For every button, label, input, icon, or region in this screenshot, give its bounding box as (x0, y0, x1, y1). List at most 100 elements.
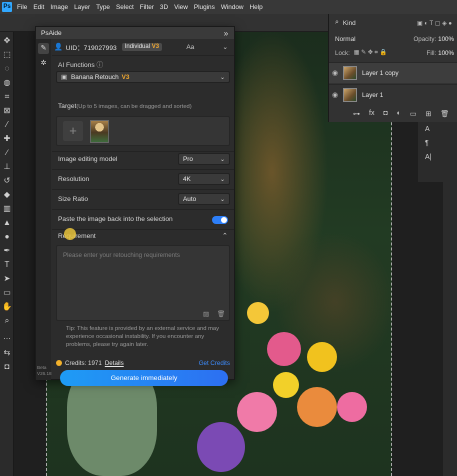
dodge-tool-icon[interactable]: ● (2, 232, 12, 242)
layer-row[interactable]: ◉ Layer 1 (329, 84, 457, 105)
visibility-eye-icon[interactable]: ◉ (329, 69, 341, 77)
settings-gear-icon[interactable]: ✲ (38, 58, 49, 69)
layer-mask-icon[interactable]: ◘ (383, 110, 387, 118)
more-tools-icon[interactable]: … (2, 332, 12, 342)
psaide-panel: PsAide » ✎ ✲ Beta V26.18 👤 UID：719027993… (35, 26, 235, 386)
layer-style-icon[interactable]: fx (369, 110, 374, 118)
add-image-button[interactable]: + (63, 121, 83, 141)
lasso-tool-icon[interactable]: ◌ (2, 64, 12, 74)
rectangle-tool-icon[interactable]: ▭ (2, 288, 12, 298)
function-version-badge: V3 (121, 73, 130, 81)
chevron-up-icon[interactable]: ⌃ (222, 232, 228, 240)
layer-row[interactable]: ◉ Layer 1 copy (329, 62, 457, 83)
layer-thumbnail (343, 66, 357, 80)
frame-tool-icon[interactable]: ⊠ (2, 106, 12, 116)
glyphs-panel-icon[interactable]: A| (425, 154, 432, 161)
adjustment-layer-icon[interactable]: ◐ (397, 110, 401, 118)
eyedropper-tool-icon[interactable]: ⁄ (2, 120, 12, 130)
requirement-textarea[interactable]: Please enter your retouching requirement… (56, 245, 230, 321)
search-icon: ⌕ (335, 19, 339, 26)
group-folder-icon[interactable]: ▭ (410, 110, 417, 118)
menu-help[interactable]: Help (250, 4, 263, 11)
eraser-tool-icon[interactable]: ◆ (2, 190, 12, 200)
menu-layer[interactable]: Layer (74, 4, 90, 11)
character-panel-icon[interactable]: A (425, 126, 430, 133)
brush-tool-icon[interactable]: ∕ (2, 148, 12, 158)
paste-back-toggle[interactable] (212, 216, 228, 224)
credits-label: Credits: 1971 (65, 359, 102, 367)
pen-tool-icon[interactable]: ✒ (2, 246, 12, 256)
menu-type[interactable]: Type (96, 4, 110, 11)
quick-mask-icon[interactable]: ◘ (2, 362, 12, 372)
zoom-tool-icon[interactable]: ⌕ (2, 316, 12, 326)
new-layer-icon[interactable]: ⊞ (426, 110, 432, 118)
menu-select[interactable]: Select (116, 4, 134, 11)
plan-badge: Individual V3 (121, 43, 163, 51)
get-credits-link[interactable]: Get Credits (199, 360, 230, 367)
healing-brush-tool-icon[interactable]: ✚ (2, 134, 12, 144)
menu-edit[interactable]: Edit (33, 4, 44, 11)
layers-panel: ⌕ Kind ▣ ◐ T ▢ ◈ ● Normal Opacity: 100% … (328, 14, 457, 122)
function-icon: ▣ (61, 74, 68, 81)
history-brush-tool-icon[interactable]: ↺ (2, 176, 12, 186)
move-tool-icon[interactable]: ✥ (2, 36, 12, 46)
path-select-tool-icon[interactable]: ➤ (2, 274, 12, 284)
menu-image[interactable]: Image (50, 4, 68, 11)
blur-tool-icon[interactable]: ▲ (2, 218, 12, 228)
wand-icon[interactable]: ✎ (38, 43, 49, 54)
menu-file[interactable]: File (17, 4, 27, 11)
plugin-sidebar: ✎ ✲ Beta V26.18 (36, 39, 52, 380)
menu-window[interactable]: Window (221, 4, 244, 11)
type-tool-icon[interactable]: T (2, 260, 12, 270)
menu-plugins[interactable]: Plugins (194, 4, 215, 11)
paragraph-panel-icon[interactable]: ¶ (425, 140, 429, 147)
language-icon[interactable]: Aa (186, 44, 194, 51)
details-link[interactable]: Details (105, 360, 124, 367)
right-dock-strip (443, 122, 457, 476)
blend-mode-select[interactable]: Normal (335, 36, 379, 43)
flower-pink (237, 392, 277, 432)
menu-view[interactable]: View (174, 4, 188, 11)
trash-icon[interactable]: 🗑 (217, 310, 225, 318)
link-layers-icon[interactable]: ⊶ (353, 110, 360, 118)
target-image-thumbnail[interactable] (90, 120, 109, 143)
filter-icons[interactable]: ▣ ◐ T ▢ ◈ ● (417, 20, 452, 27)
size-ratio-select[interactable]: Auto ⌄ (178, 193, 230, 205)
opacity-label: Opacity: (413, 35, 437, 43)
function-value: Banana Retouch (71, 73, 119, 81)
color-swap-icon[interactable]: ⇆ (2, 348, 12, 358)
ai-functions-label: AI Functions ⓘ (58, 62, 104, 69)
visibility-eye-icon[interactable]: ◉ (329, 91, 341, 99)
trash-icon[interactable]: 🗑 (440, 110, 449, 118)
marquee-tool-icon[interactable]: ⬚ (2, 50, 12, 60)
resolution-select[interactable]: 4K ⌄ (178, 173, 230, 185)
flower-purple (197, 422, 245, 472)
account-row: 👤 UID：719027993 Individual V3 Aa ⌄ (54, 41, 232, 53)
gradient-tool-icon[interactable]: ▥ (2, 204, 12, 214)
quick-select-tool-icon[interactable]: ◍ (2, 78, 12, 88)
collapse-icon[interactable]: » (218, 29, 234, 38)
image-upload-icon[interactable]: ▨ (203, 310, 209, 318)
chevron-down-icon[interactable]: ⌄ (223, 43, 228, 51)
clone-stamp-tool-icon[interactable]: ⊥ (2, 162, 12, 172)
hand-tool-icon[interactable]: ✋ (2, 302, 12, 312)
photoshop-logo: Ps (2, 2, 12, 12)
credit-coin-icon (56, 360, 62, 366)
menu-filter[interactable]: Filter (140, 4, 154, 11)
layer-thumbnail (343, 88, 357, 102)
fill-field[interactable]: 100% (438, 50, 454, 57)
mouse-cursor-highlight (64, 228, 76, 240)
target-images-box[interactable]: + (56, 116, 230, 146)
crop-tool-icon[interactable]: ⌗ (2, 92, 12, 102)
ai-function-select[interactable]: ▣ Banana Retouch V3 ⌄ (56, 71, 230, 83)
size-ratio-label: Size Ratio (58, 196, 89, 203)
menu-3d[interactable]: 3D (160, 4, 168, 11)
lock-icons[interactable]: ▦ ✎ ✥ ⌗ 🔒 (354, 49, 387, 57)
generate-button[interactable]: Generate immediately (60, 370, 228, 386)
tip-text: Tip: This feature is provided by an exte… (66, 326, 220, 348)
panel-title-bar[interactable]: PsAide » (36, 27, 234, 39)
model-select[interactable]: Pro ⌄ (178, 153, 230, 165)
opacity-field[interactable]: 100% (438, 36, 454, 43)
filter-kind-select[interactable]: Kind (343, 20, 356, 27)
uid-label: UID：719027993 (65, 45, 117, 52)
